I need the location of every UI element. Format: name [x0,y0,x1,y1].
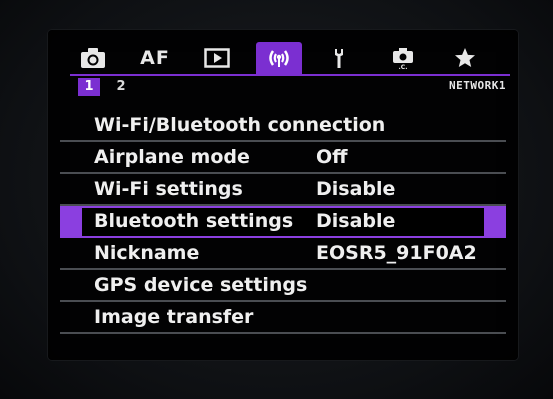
wireless-icon [269,50,289,67]
menu-item-label: Image transfer [94,306,254,328]
menu-item-airplane-mode[interactable]: Airplane mode Off [60,142,506,174]
tab-network[interactable] [256,42,302,74]
tab-af[interactable]: AF [132,42,178,74]
camera-lcd-screen: AF .C. 1 2 NETWORK1 Wi-Fi/Bluetooth conn… [48,30,518,360]
tab-mymenu[interactable] [442,42,488,74]
af-tab-label: AF [140,47,170,69]
tab-playback[interactable] [194,42,240,74]
menu-item-value: EOSR5_91F0A2 [316,242,477,264]
menu-item-nickname[interactable]: Nickname EOSR5_91F0A2 [60,238,506,270]
menu-item-label: Airplane mode [94,146,250,168]
menu-item-value: Disable [316,210,396,232]
wrench-icon [335,49,343,68]
menu-item-wifi-bluetooth-connection[interactable]: Wi-Fi/Bluetooth connection [60,110,506,142]
camera-icon [81,48,105,68]
tab-setup[interactable] [318,42,364,74]
playback-icon [204,48,230,68]
menu-subpage-bar: 1 2 NETWORK1 [70,74,510,98]
menu-item-image-transfer[interactable]: Image transfer [60,302,506,334]
subpage-tab-1[interactable]: 1 [78,78,100,96]
menu-item-label: Wi-Fi/Bluetooth connection [94,114,386,136]
tab-custom[interactable]: .C. [380,42,426,74]
menu-item-gps-device-settings[interactable]: GPS device settings [60,270,506,302]
tab-shooting[interactable] [70,42,116,74]
menu-item-label: Bluetooth settings [94,210,294,232]
svg-text:.C.: .C. [399,64,408,70]
menu-item-label: GPS device settings [94,274,308,296]
menu-item-wifi-settings[interactable]: Wi-Fi settings Disable [60,174,506,206]
menu-item-label: Nickname [94,242,200,264]
subpage-tab-2[interactable]: 2 [110,78,132,96]
menu-tab-bar: AF .C. [70,42,510,74]
menu-item-bluetooth-settings[interactable]: Bluetooth settings Disable [60,206,506,238]
menu-item-value: Disable [316,178,396,200]
star-icon [455,48,475,67]
custom-functions-icon: .C. [393,48,413,70]
network-settings-list: Wi-Fi/Bluetooth connection Airplane mode… [60,110,506,334]
menu-item-label: Wi-Fi settings [94,178,243,200]
menu-item-value: Off [316,146,348,168]
page-title: NETWORK1 [449,79,506,92]
